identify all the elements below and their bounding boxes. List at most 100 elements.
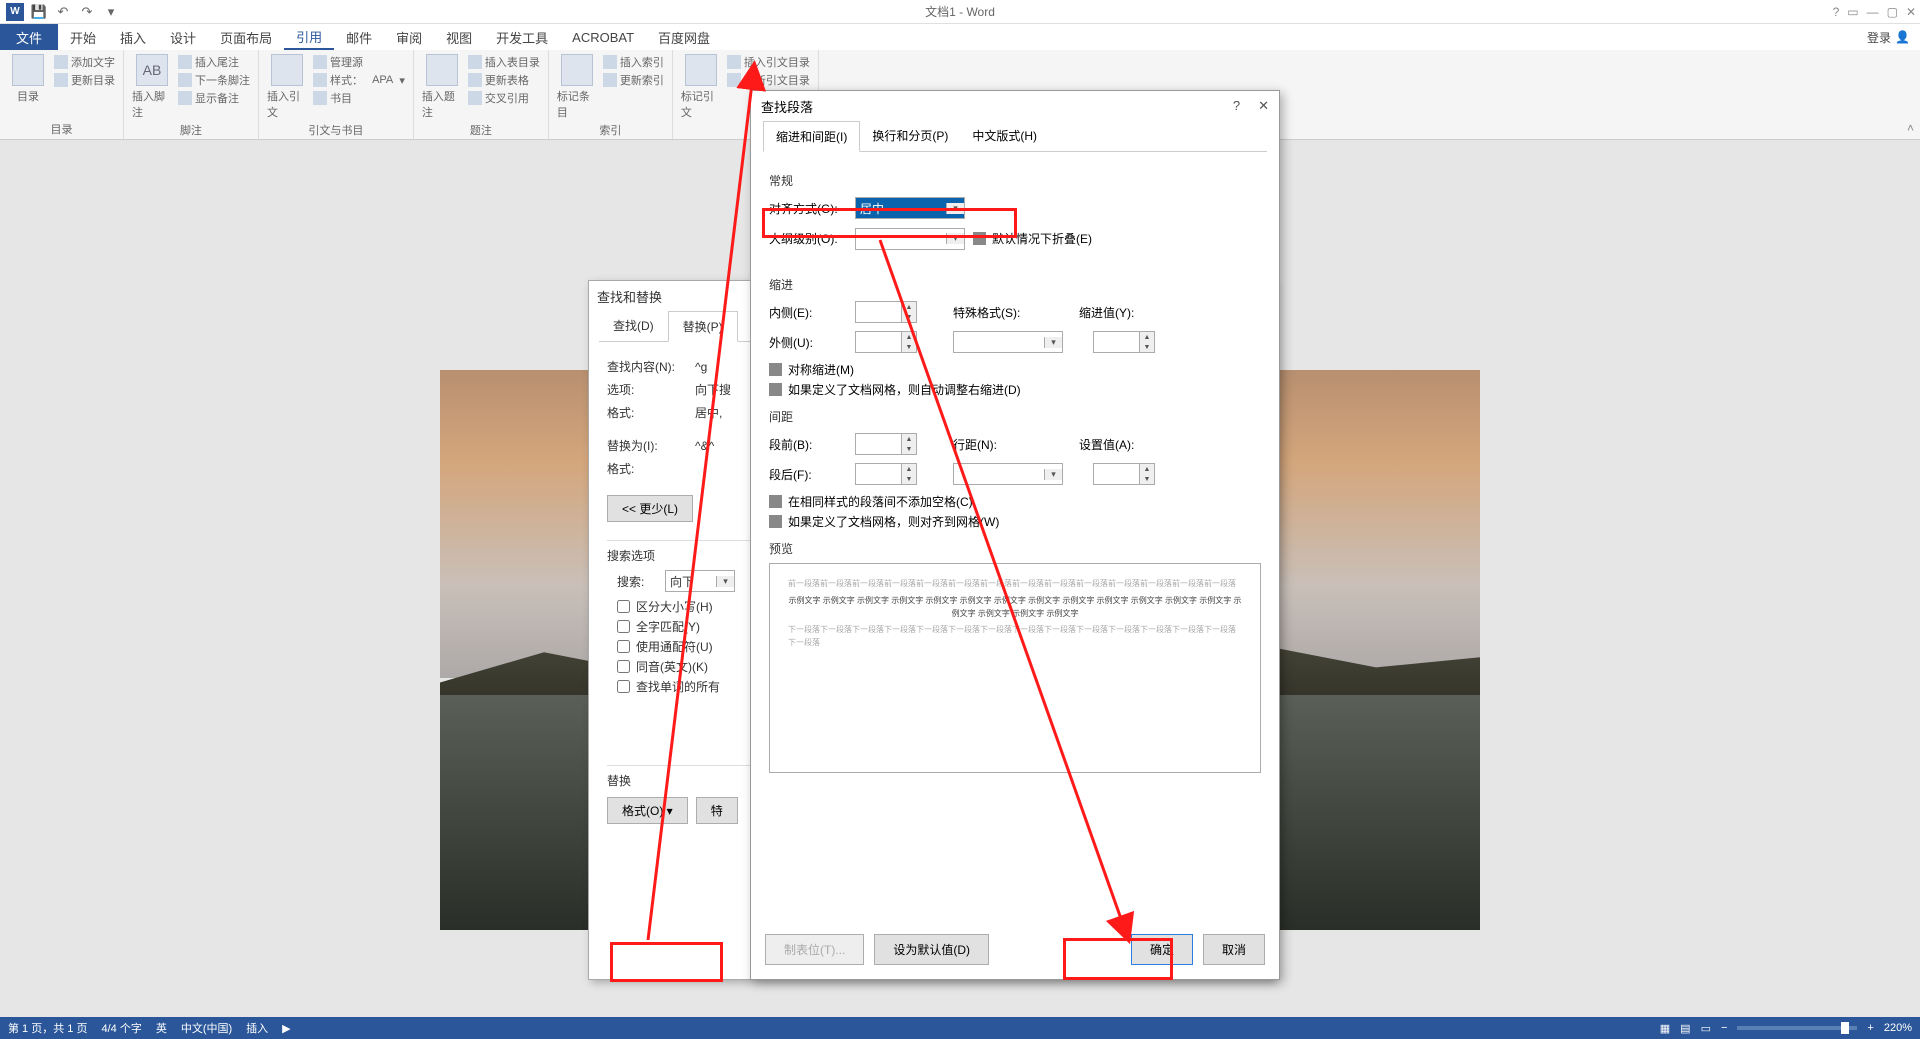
group-footnote-label: 脚注 [132, 120, 250, 138]
whole-word-checkbox[interactable] [617, 620, 630, 633]
collapse-ribbon-icon[interactable]: ˄ [1907, 121, 1914, 135]
snap-to-grid-checkbox[interactable] [769, 515, 782, 528]
sounds-like-checkbox[interactable] [617, 660, 630, 673]
language-status[interactable]: 中文(中国) [181, 1020, 232, 1036]
mark-entry-button[interactable]: 标记条目 [557, 54, 597, 120]
special-button[interactable]: 特 [696, 797, 738, 824]
case-checkbox[interactable] [617, 600, 630, 613]
auto-right-indent-checkbox[interactable] [769, 383, 782, 396]
tab-references[interactable]: 引用 [284, 24, 334, 50]
format-button[interactable]: 格式(O) ▾ [607, 797, 688, 824]
save-icon[interactable]: 💾 [30, 3, 48, 21]
insert-endnote-button[interactable]: 插入尾注 [178, 54, 250, 70]
ok-button[interactable]: 确定 [1131, 934, 1193, 965]
update-table-button[interactable]: 更新表格 [468, 72, 540, 88]
mirror-indent-checkbox[interactable] [769, 363, 782, 376]
all-forms-checkbox[interactable] [617, 680, 630, 693]
ribbon-options-icon[interactable]: ▭ [1847, 5, 1858, 19]
para-close-icon[interactable]: ✕ [1258, 98, 1269, 114]
language-icon[interactable]: 英 [156, 1020, 167, 1036]
cancel-button[interactable]: 取消 [1203, 934, 1265, 965]
find-options-label: 选项: [607, 381, 687, 398]
login-button[interactable]: 登录👤 [1857, 24, 1920, 50]
tab-review[interactable]: 审阅 [384, 24, 434, 50]
default-button[interactable]: 设为默认值(D) [874, 934, 989, 965]
update-authorities-button[interactable]: 更新引文目录 [727, 72, 810, 88]
right-indent-spinner[interactable]: ▲▼ [855, 331, 917, 353]
tab-layout[interactable]: 页面布局 [208, 24, 284, 50]
left-indent-label: 内侧(E): [769, 304, 847, 321]
group-toc-label: 目录 [8, 119, 115, 137]
zoom-value[interactable]: 220% [1884, 1022, 1912, 1034]
zoom-out-icon[interactable]: − [1721, 1022, 1727, 1034]
add-text-button[interactable]: 添加文字 [54, 54, 115, 70]
before-label: 段前(B): [769, 436, 847, 453]
at-spinner[interactable]: ▲▼ [1093, 463, 1155, 485]
close-icon[interactable]: ✕ [1906, 5, 1916, 19]
zoom-in-icon[interactable]: + [1867, 1022, 1873, 1034]
search-direction-select[interactable]: 向下▾ [665, 570, 735, 592]
insert-citation-button[interactable]: 插入引文 [267, 54, 307, 120]
tab-design[interactable]: 设计 [158, 24, 208, 50]
page-status[interactable]: 第 1 页，共 1 页 [8, 1020, 87, 1036]
word-count[interactable]: 4/4 个字 [101, 1020, 141, 1036]
view-print-icon[interactable]: ▤ [1680, 1022, 1690, 1035]
maximize-icon[interactable]: ▢ [1887, 5, 1898, 19]
replace-tab[interactable]: 替换(P) [668, 311, 738, 342]
left-indent-spinner[interactable]: ▲▼ [855, 301, 917, 323]
show-notes-button[interactable]: 显示备注 [178, 90, 250, 106]
tab-insert[interactable]: 插入 [108, 24, 158, 50]
update-index-button[interactable]: 更新索引 [603, 72, 664, 88]
redo-icon[interactable]: ↷ [78, 3, 96, 21]
alignment-select[interactable]: 居中▾ [855, 197, 965, 219]
group-index-label: 索引 [557, 120, 664, 138]
update-toc-button[interactable]: 更新目录 [54, 72, 115, 88]
no-space-same-style-checkbox[interactable] [769, 495, 782, 508]
zoom-slider[interactable] [1737, 1026, 1857, 1030]
next-footnote-button[interactable]: 下一条脚注 [178, 72, 250, 88]
bibliography-button[interactable]: 书目 [313, 90, 405, 106]
tab-home[interactable]: 开始 [58, 24, 108, 50]
macro-icon[interactable]: ▶ [282, 1022, 290, 1035]
para-help-icon[interactable]: ? [1233, 98, 1240, 114]
minimize-icon[interactable]: — [1867, 5, 1879, 19]
insert-mode[interactable]: 插入 [246, 1020, 268, 1036]
cjk-tab[interactable]: 中文版式(H) [960, 121, 1049, 151]
before-spinner[interactable]: ▲▼ [855, 433, 917, 455]
indent-spacing-tab[interactable]: 缩进和间距(I) [763, 121, 860, 152]
tab-baidu[interactable]: 百度网盘 [646, 24, 722, 50]
help-icon[interactable]: ? [1833, 5, 1840, 19]
outline-select[interactable]: ▾ [855, 228, 965, 250]
special-select[interactable]: ▾ [953, 331, 1063, 353]
insert-footnote-button[interactable]: AB插入脚注 [132, 54, 172, 120]
tab-devtools[interactable]: 开发工具 [484, 24, 560, 50]
tab-acrobat[interactable]: ACROBAT [560, 24, 646, 50]
line-spacing-select[interactable]: ▾ [953, 463, 1063, 485]
tab-mail[interactable]: 邮件 [334, 24, 384, 50]
crossref-button[interactable]: 交叉引用 [468, 90, 540, 106]
toc-button[interactable]: 目录 [8, 54, 48, 104]
insert-authorities-button[interactable]: 插入引文目录 [727, 54, 810, 70]
tabs-button[interactable]: 制表位(T)... [765, 934, 864, 965]
after-spinner[interactable]: ▲▼ [855, 463, 917, 485]
style-select[interactable]: 样式： APA ▾ [313, 72, 405, 88]
by-spinner[interactable]: ▲▼ [1093, 331, 1155, 353]
search-label: 搜索: [617, 573, 657, 590]
view-web-icon[interactable]: ▭ [1701, 1022, 1711, 1035]
tab-view[interactable]: 视图 [434, 24, 484, 50]
wildcard-checkbox[interactable] [617, 640, 630, 653]
undo-icon[interactable]: ↶ [54, 3, 72, 21]
qat-dropdown-icon[interactable]: ▾ [102, 3, 120, 21]
para-dialog-title: 查找段落 [761, 97, 813, 116]
mark-citation-button[interactable]: 标记引文 [681, 54, 721, 120]
insert-index-button[interactable]: 插入索引 [603, 54, 664, 70]
find-tab[interactable]: 查找(D) [599, 311, 668, 341]
less-button[interactable]: << 更少(L) [607, 495, 693, 522]
line-break-tab[interactable]: 换行和分页(P) [860, 121, 960, 151]
insert-caption-button[interactable]: 插入题注 [422, 54, 462, 120]
view-read-icon[interactable]: ▦ [1660, 1022, 1670, 1035]
tab-file[interactable]: 文件 [0, 24, 58, 50]
insert-figure-toc-button[interactable]: 插入表目录 [468, 54, 540, 70]
collapse-checkbox[interactable] [973, 232, 986, 245]
manage-sources-button[interactable]: 管理源 [313, 54, 405, 70]
